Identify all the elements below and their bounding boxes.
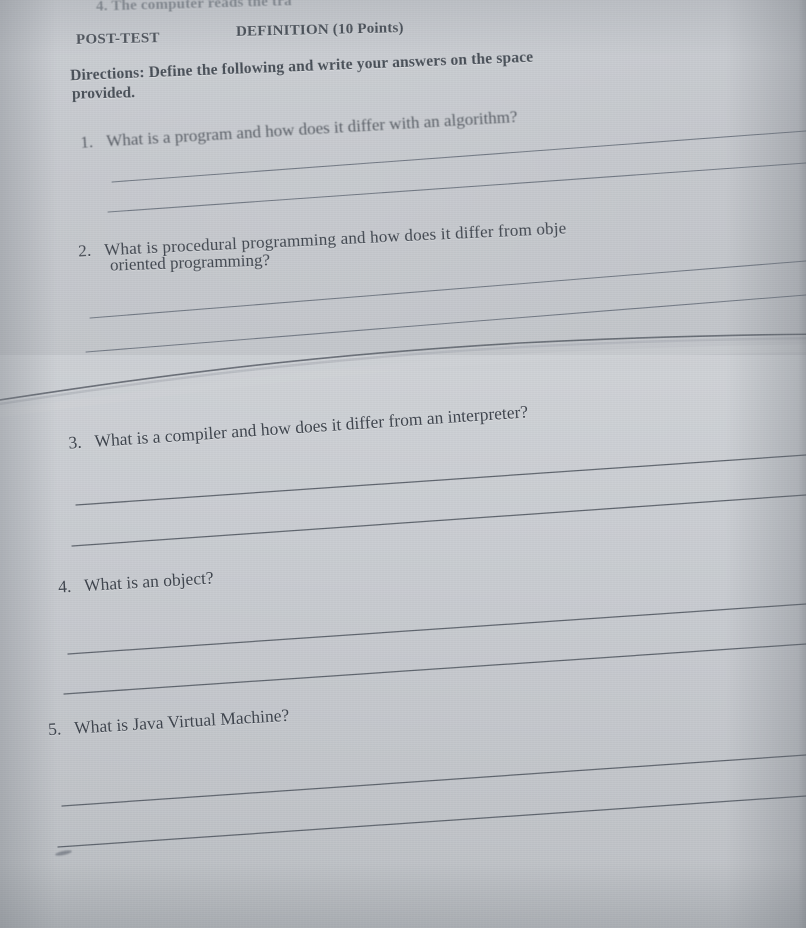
answer-line-q4-2 — [63, 643, 806, 695]
cut-off-previous-question: 4. The computer reads the tra — [95, 0, 292, 15]
question-3-number: 3. — [67, 431, 83, 453]
question-5-text: What is Java Virtual Machine? — [73, 704, 290, 738]
paper-speck — [54, 849, 73, 857]
question-1: 1. What is a program and how does it diff… — [80, 107, 518, 153]
question-1-number: 1. — [79, 132, 94, 152]
question-5: 5. What is Java Virtual Machine? — [48, 705, 290, 740]
answer-line-q5-2 — [57, 795, 806, 848]
question-4-number: 4. — [57, 575, 72, 597]
question-2-number: 2. — [77, 240, 92, 261]
question-3-text: What is a compiler and how does it diffe… — [93, 401, 529, 451]
directions-text: Directions: Define the following and wri… — [69, 48, 534, 85]
answer-line-q3-2 — [71, 494, 806, 547]
answer-line-q1-2 — [107, 162, 806, 213]
question-5-number: 5. — [47, 718, 62, 740]
answer-line-q2-2 — [85, 294, 806, 353]
definition-points-label: DEFINITION (10 Points) — [235, 20, 404, 40]
question-1-text: What is a program and how does it differ… — [105, 107, 518, 151]
answer-line-q3-1 — [75, 454, 806, 506]
question-4: 4. What is an object? — [58, 567, 215, 597]
question-2-text-line-2: oriented programming? — [109, 250, 271, 275]
directions-text-continued: provided. — [71, 84, 136, 103]
answer-line-q5-1 — [61, 754, 806, 807]
post-test-label: POST-TEST — [75, 30, 161, 48]
question-3: 3. What is a compiler and how does it dif… — [68, 401, 529, 453]
answer-line-q4-1 — [67, 603, 806, 655]
question-4-text: What is an object? — [83, 567, 215, 596]
worksheet-photo: 4. The computer reads the tra POST-TEST … — [0, 0, 806, 928]
